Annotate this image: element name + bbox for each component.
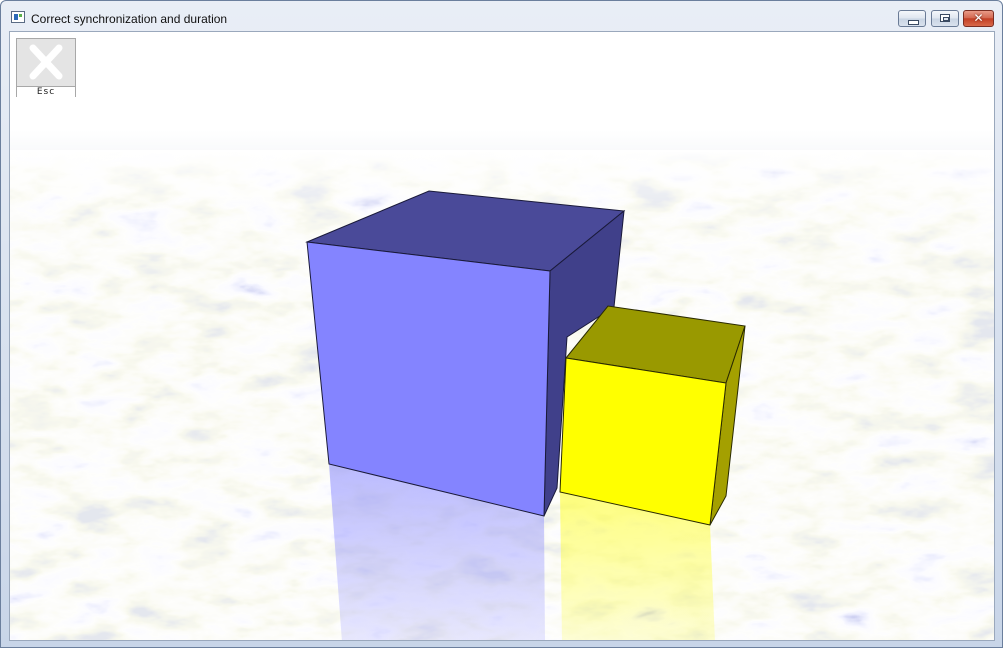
esc-button[interactable]: Esc	[16, 38, 76, 98]
app-window: Correct synchronization and duration ✕ E…	[0, 0, 1003, 648]
close-x-icon	[29, 44, 63, 80]
esc-label: Esc	[17, 86, 75, 98]
3d-viewport[interactable]: Esc	[9, 31, 995, 641]
maximize-button[interactable]	[931, 10, 959, 27]
window-title: Correct synchronization and duration	[31, 12, 228, 26]
minimize-icon	[908, 20, 919, 25]
minimize-button[interactable]	[898, 10, 926, 27]
close-button[interactable]: ✕	[963, 10, 994, 27]
app-icon	[11, 11, 25, 23]
close-icon: ✕	[973, 11, 984, 25]
title-bar[interactable]: Correct synchronization and duration ✕	[1, 1, 1002, 31]
maximize-icon	[940, 14, 950, 22]
scene-canvas	[10, 32, 994, 640]
